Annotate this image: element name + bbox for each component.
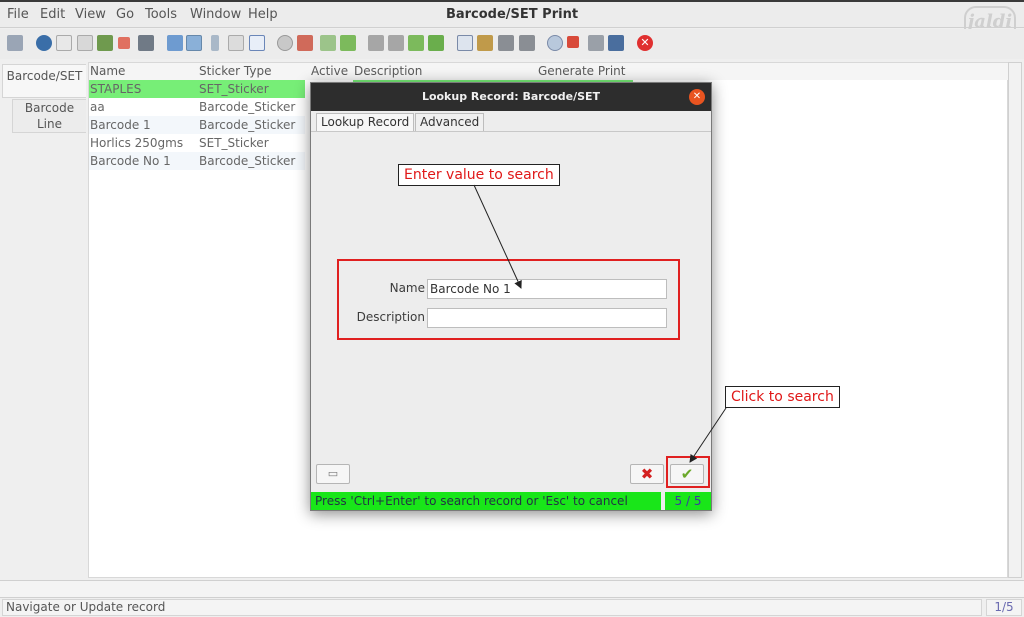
product-icon[interactable] [608,35,624,51]
col-sticker-type[interactable]: Sticker Type [199,64,271,78]
request-icon[interactable] [588,35,604,51]
zoom-across-icon[interactable] [547,35,563,51]
first-icon[interactable] [368,35,384,51]
report-icon[interactable] [457,35,473,51]
enter-value-callout: Enter value to search [398,164,560,186]
down-icon[interactable] [408,35,424,51]
table-row[interactable]: Barcode 1 Barcode_Sticker [89,116,305,134]
find-icon[interactable] [186,35,202,51]
save-icon[interactable] [97,35,113,51]
dialog-title: Lookup Record: Barcode/SET [311,83,711,111]
menu-help[interactable]: Help [248,7,278,22]
click-search-callout: Click to search [725,386,840,408]
vertical-tabs: Barcode/SET Barcode Line [0,62,88,580]
dialog-close-button[interactable]: ✕ [689,89,705,105]
horizontal-strip [0,580,1024,598]
refresh-icon[interactable] [167,35,183,51]
new-record-button[interactable]: ▭ [316,464,350,484]
attachment-icon[interactable] [211,35,219,51]
next-icon[interactable] [340,35,356,51]
col-description[interactable]: Description [354,64,422,78]
row-name: aa [90,100,105,114]
print-preview-icon[interactable] [519,35,535,51]
delete-icon[interactable] [118,37,130,49]
copy-icon[interactable] [77,35,93,51]
menu-bar: File Edit View Go Tools Window Help Barc… [0,0,1024,28]
menu-window[interactable]: Window [190,7,241,22]
grid-scrollbar[interactable] [1008,62,1022,578]
tab-lookup-record-label: Lookup Record [321,115,410,129]
print-icon[interactable] [498,35,514,51]
row-type: Barcode_Sticker [199,100,296,114]
home-icon[interactable] [297,35,313,51]
col-active[interactable]: Active [311,64,348,78]
row-name: Barcode No 1 [90,154,171,168]
up-icon[interactable] [388,35,404,51]
fields-highlight-box [337,259,680,340]
menu-file[interactable]: File [7,7,29,22]
grid-header: Name Sticker Type Active Description Gen… [89,63,1009,80]
tab-lookup-record[interactable]: Lookup Record [316,113,415,132]
row-name: Horlics 250gms [90,136,184,150]
menu-tools[interactable]: Tools [145,7,177,22]
record-count: 1/5 [986,599,1022,616]
menu-go[interactable]: Go [116,7,134,22]
tab-barcode-line-label1: Barcode [24,101,75,115]
history-icon[interactable] [277,35,293,51]
row-type: Barcode_Sticker [199,154,296,168]
undo-icon[interactable] [7,35,23,51]
toolbar: ✕ [0,29,1024,59]
table-row[interactable]: Horlics 250gms SET_Sticker [89,134,305,152]
dialog-record-count: 5 / 5 [665,492,711,510]
status-text: Navigate or Update record [2,599,982,616]
chat-icon[interactable] [228,35,244,51]
row-type: SET_Sticker [199,136,269,150]
row-type: Barcode_Sticker [199,118,296,132]
tab-advanced-label: Advanced [420,115,480,129]
search-button-highlight-box [666,456,710,488]
new-icon[interactable] [56,35,72,51]
tab-barcode-set-label: Barcode/SET [6,69,83,83]
workflow-icon[interactable] [567,36,579,48]
tab-barcode-line[interactable]: Barcode Line [12,99,86,133]
archive-icon[interactable] [477,35,493,51]
tab-advanced[interactable]: Advanced [415,113,485,132]
table-row[interactable]: STAPLES SET_Sticker [89,80,305,98]
menu-edit[interactable]: Edit [40,7,65,22]
row-type: SET_Sticker [199,82,269,96]
last-icon[interactable] [428,35,444,51]
col-generate-print[interactable]: Generate Print [538,64,625,78]
col-name[interactable]: Name [90,64,125,78]
row-name: Barcode 1 [90,118,151,132]
cancel-button[interactable]: ✖ [630,464,664,484]
grid-icon[interactable] [138,35,154,51]
tab-barcode-line-label2: Line [36,117,62,131]
table-row[interactable]: Barcode No 1 Barcode_Sticker [89,152,305,170]
zoom-icon[interactable] [249,35,265,51]
tab-barcode-set[interactable]: Barcode/SET [2,64,86,98]
prev-icon[interactable] [320,35,336,51]
dialog-status-text: Press 'Ctrl+Enter' to search record or '… [311,492,661,510]
menu-view[interactable]: View [75,7,106,22]
row-name: STAPLES [90,82,142,96]
close-icon[interactable]: ✕ [637,35,653,51]
status-bar: Navigate or Update record 1/5 [0,598,1024,617]
help-icon[interactable] [36,35,52,51]
table-row[interactable]: aa Barcode_Sticker [89,98,305,116]
